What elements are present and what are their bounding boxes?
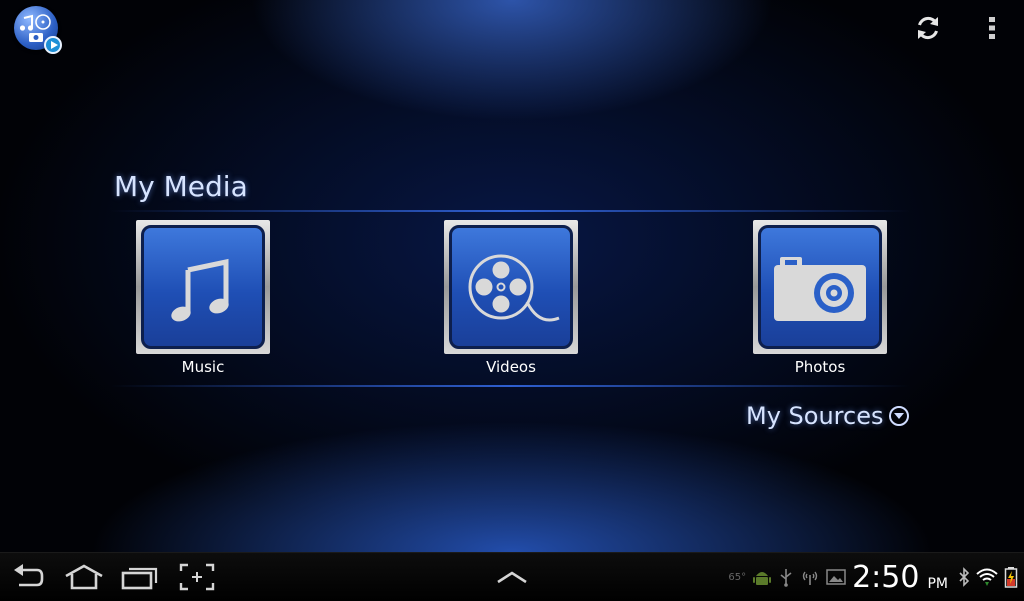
refresh-icon (918, 16, 938, 40)
videos-tile[interactable]: Videos (444, 220, 578, 380)
home-icon (65, 564, 103, 590)
my-sources-label: My Sources (746, 402, 884, 430)
media-app-icon[interactable] (14, 6, 62, 54)
bottom-divider (110, 385, 910, 387)
videos-tile-inner (449, 225, 573, 349)
overflow-menu-button[interactable] (976, 12, 1008, 44)
chevron-up-icon (497, 571, 527, 584)
screenshot-icon (179, 563, 215, 591)
refresh-button[interactable] (912, 12, 944, 44)
photos-tile-inner (758, 225, 882, 349)
home-button[interactable] (62, 563, 106, 591)
videos-label: Videos (486, 358, 536, 376)
chevron-down-circle-icon (889, 406, 910, 426)
overflow-menu-icon (989, 17, 995, 39)
android-icon (753, 572, 772, 585)
photos-tile-frame (753, 220, 887, 354)
app-menu-up-button[interactable] (494, 563, 530, 591)
usb-icon (780, 569, 792, 587)
status-area[interactable]: 65° 2:50 PM (728, 553, 1018, 601)
play-badge-icon (44, 36, 62, 54)
music-tile-inner (141, 225, 265, 349)
wireless-icon (802, 571, 818, 585)
recent-apps-button[interactable] (120, 563, 160, 591)
photos-label: Photos (794, 358, 846, 376)
system-navigation-bar: 65° 2:50 PM (0, 552, 1024, 601)
music-tile-frame (136, 220, 270, 354)
back-button[interactable] (10, 563, 46, 591)
app-screen: My Media Music Videos Photos My Sources (0, 0, 1024, 552)
photos-tile[interactable]: Photos (753, 220, 887, 380)
my-sources-toggle[interactable]: My Sources (746, 402, 910, 430)
videos-tile-frame (444, 220, 578, 354)
gallery-icon (826, 569, 846, 585)
music-note-icon (171, 258, 229, 322)
music-label: Music (181, 358, 225, 376)
my-media-title: My Media (114, 170, 248, 203)
clock-ampm: PM (927, 576, 948, 592)
battery-icon (1004, 567, 1018, 588)
film-reel-icon (468, 254, 560, 322)
top-divider (110, 210, 910, 212)
screenshot-button[interactable] (178, 563, 216, 591)
back-icon (14, 564, 44, 587)
wifi-icon (976, 568, 998, 586)
camera-icon (774, 257, 866, 321)
recent-apps-icon (121, 567, 158, 590)
temperature-text: 65° (728, 571, 747, 583)
music-tile[interactable]: Music (136, 220, 270, 380)
bluetooth-icon (959, 567, 970, 587)
clock-time: 2:50 (852, 559, 920, 595)
